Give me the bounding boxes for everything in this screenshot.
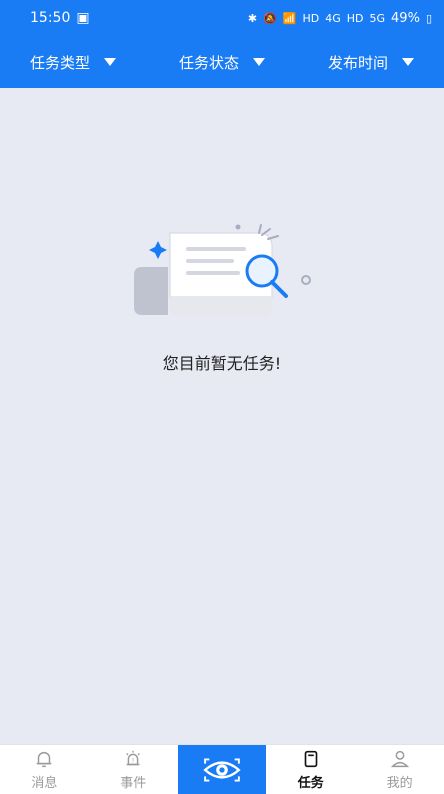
tab-label: 事件 [120, 776, 147, 791]
filter-task-type[interactable]: 任务类型 [30, 52, 117, 73]
filter-label: 任务类型 [30, 53, 91, 72]
user-icon [390, 750, 409, 768]
content-area: 您目前暂无任务! [0, 88, 444, 744]
filter-publish-time[interactable]: 发布时间 [328, 52, 414, 73]
status-time: 15:50 [30, 10, 71, 26]
dropdown-arrow-icon [401, 58, 414, 66]
tab-label: 我的 [386, 776, 413, 791]
filter-label: 发布时间 [327, 53, 388, 72]
svg-text:!: ! [132, 757, 135, 765]
bell-icon [37, 751, 52, 768]
status-bar: 15:50 ▣ ✱ 🔕 📶 HD 4G HD 5G 49% ▯ [0, 0, 444, 36]
bluetooth-icon: ✱ [247, 11, 258, 25]
eye-icon [203, 757, 241, 782]
filter-task-status[interactable]: 任务状态 [179, 52, 265, 73]
tab-profile[interactable]: 我的 [355, 745, 444, 794]
empty-illustration-icon [134, 224, 311, 317]
mute-icon: 🔕 [263, 11, 277, 25]
empty-message: 您目前暂无任务! [162, 354, 282, 373]
document-icon [304, 750, 318, 768]
network-label-2: 5G [369, 11, 386, 25]
tab-tasks[interactable]: 任务 [266, 745, 355, 794]
notification-icon: ▣ [76, 10, 90, 26]
app-root: 15:50 ▣ ✱ 🔕 📶 HD 4G HD 5G 49% ▯ 任务类型 任务状… [0, 0, 444, 794]
tab-label: 任务 [297, 776, 324, 791]
dropdown-arrow-icon [253, 58, 265, 66]
network-label: 4G [325, 11, 341, 25]
signal-label-2: HD [346, 11, 364, 25]
signal-label: HD [302, 11, 320, 25]
tab-bar: 消息 ! 事件 任务 我的 [0, 744, 444, 794]
tab-events[interactable]: ! 事件 [89, 745, 178, 794]
tab-scan[interactable] [177, 745, 267, 794]
filter-label: 任务状态 [178, 53, 239, 72]
filter-bar: 任务类型 任务状态 发布时间 [0, 36, 444, 88]
alarm-icon: ! [126, 750, 141, 766]
tab-label: 消息 [31, 776, 58, 791]
battery-icon: ▯ [425, 11, 432, 25]
wifi-icon: 📶 [282, 11, 297, 25]
tab-messages[interactable]: 消息 [0, 745, 89, 794]
dropdown-arrow-icon [104, 58, 117, 66]
battery-text: 49% [391, 10, 420, 26]
status-left: 15:50 ▣ [30, 10, 90, 26]
status-right: ✱ 🔕 📶 HD 4G HD 5G 49% ▯ [248, 11, 432, 26]
